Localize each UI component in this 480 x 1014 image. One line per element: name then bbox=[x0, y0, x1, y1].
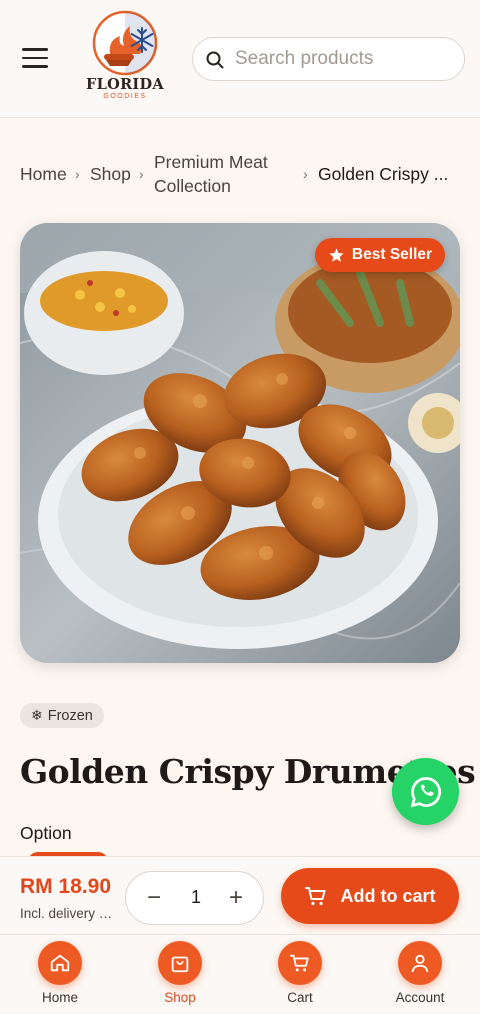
breadcrumb-category-line1: Premium Meat bbox=[154, 152, 268, 172]
search-input[interactable] bbox=[233, 44, 453, 74]
cart-icon bbox=[278, 941, 322, 985]
bottom-navigation: Home Shop Cart Account bbox=[0, 934, 480, 1013]
whatsapp-button[interactable] bbox=[392, 758, 459, 825]
nav-home-label: Home bbox=[41, 990, 78, 1005]
nav-cart-label: Cart bbox=[287, 990, 313, 1005]
breadcrumb-category[interactable]: Premium Meat Collection bbox=[154, 150, 268, 198]
user-icon bbox=[398, 941, 442, 985]
search-bar[interactable] bbox=[192, 37, 465, 81]
breadcrumb-separator: › bbox=[303, 166, 308, 182]
logo-wordmark: FLORIDA bbox=[86, 76, 164, 93]
nav-shop-label: Shop bbox=[164, 990, 196, 1005]
shopping-bag-icon bbox=[158, 941, 202, 985]
quantity-stepper: − 1 + bbox=[125, 871, 264, 925]
breadcrumb-category-line2: Collection bbox=[154, 176, 231, 196]
frozen-chip: ❄ Frozen bbox=[20, 703, 104, 728]
nav-home[interactable]: Home bbox=[0, 935, 120, 1014]
breadcrumb-shop[interactable]: Shop bbox=[90, 162, 131, 186]
best-seller-label: Best Seller bbox=[351, 246, 433, 263]
star-icon bbox=[329, 247, 344, 262]
add-to-cart-button[interactable]: Add to cart bbox=[281, 868, 459, 924]
breadcrumb-current: Golden Crispy ... bbox=[318, 164, 449, 184]
logo-subtitle: GOODIES bbox=[103, 93, 147, 100]
search-icon bbox=[206, 51, 224, 69]
nav-account-label: Account bbox=[395, 990, 445, 1005]
top-header: FLORIDA GOODIES bbox=[0, 0, 480, 118]
decrease-quantity-button[interactable]: − bbox=[136, 880, 172, 916]
whatsapp-icon bbox=[410, 776, 441, 807]
nav-shop[interactable]: Shop bbox=[120, 935, 240, 1014]
menu-icon[interactable] bbox=[22, 48, 48, 70]
snowflake-icon: ❄ bbox=[31, 707, 43, 723]
frozen-label: Frozen bbox=[47, 707, 93, 724]
add-to-cart-label: Add to cart bbox=[340, 885, 436, 906]
product-price: RM 18.90 bbox=[20, 875, 112, 898]
logo-emblem-icon bbox=[92, 10, 158, 76]
breadcrumb-home[interactable]: Home bbox=[20, 162, 67, 186]
nav-account[interactable]: Account bbox=[360, 935, 480, 1014]
best-seller-badge: Best Seller bbox=[315, 238, 445, 272]
home-icon bbox=[38, 941, 82, 985]
quantity-value: 1 bbox=[190, 887, 201, 907]
brand-logo[interactable]: FLORIDA GOODIES bbox=[82, 10, 168, 102]
breadcrumb-separator: › bbox=[139, 166, 144, 182]
product-image[interactable] bbox=[20, 223, 460, 663]
breadcrumb-separator: › bbox=[75, 166, 80, 182]
cart-icon bbox=[305, 887, 326, 906]
fried-chicken-photo bbox=[20, 223, 460, 663]
nav-cart[interactable]: Cart bbox=[240, 935, 360, 1014]
increase-quantity-button[interactable]: + bbox=[218, 880, 254, 916]
option-label: Option bbox=[20, 823, 72, 843]
price-note: Incl. delivery fee bbox=[20, 906, 116, 921]
